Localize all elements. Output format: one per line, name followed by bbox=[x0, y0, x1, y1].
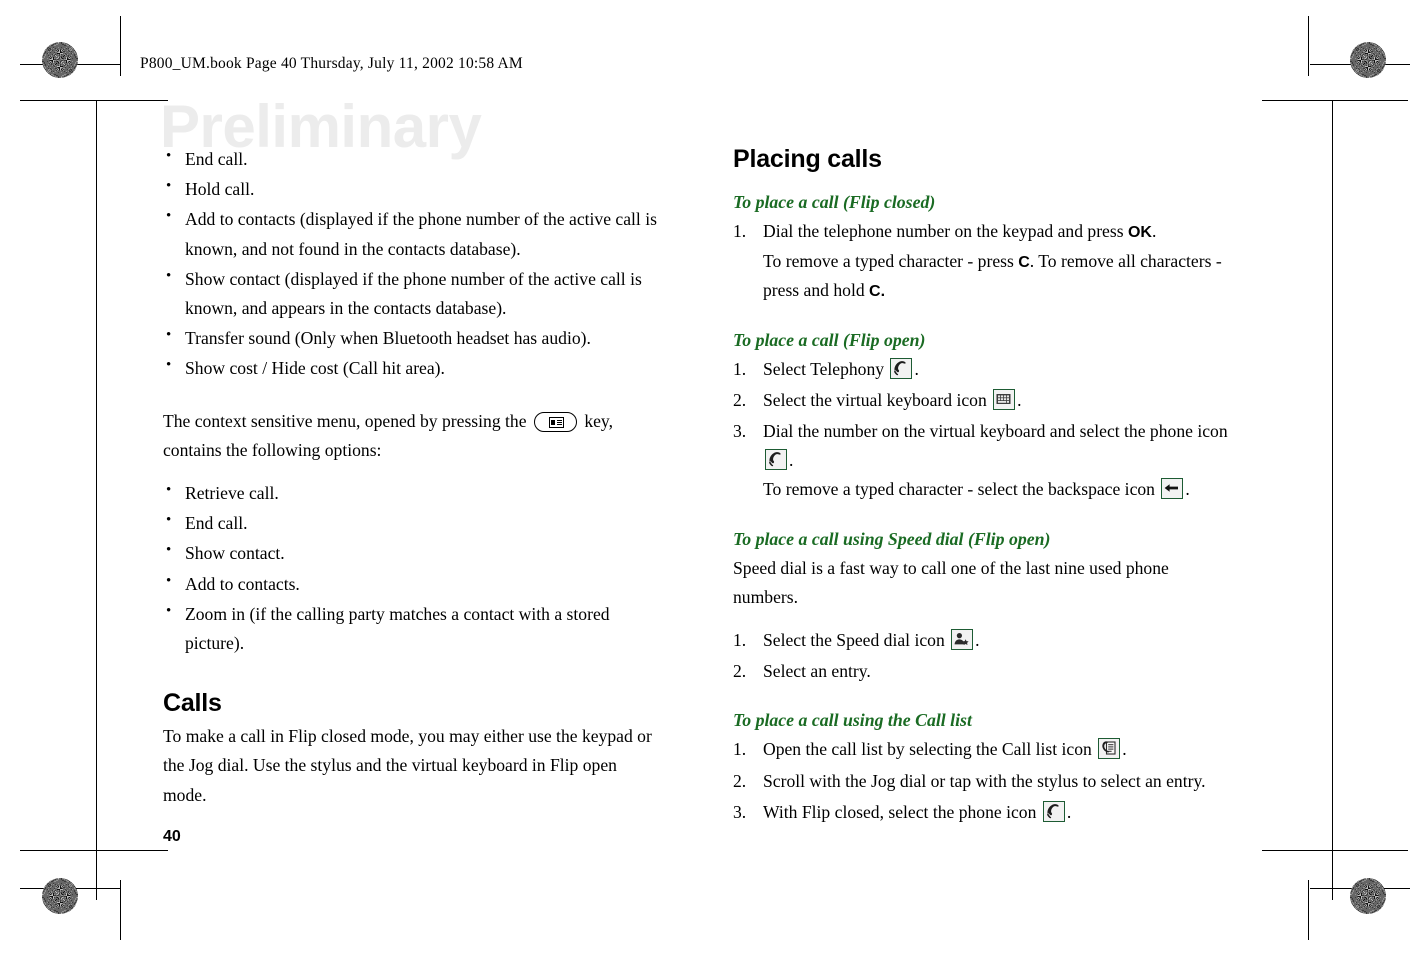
step-text: Dial the number on the virtual keyboard … bbox=[763, 421, 1228, 442]
menu-key-icon bbox=[533, 411, 577, 432]
key-label-c: C bbox=[1018, 253, 1030, 271]
list-item: Zoom in (if the calling party matches a … bbox=[163, 599, 663, 658]
bullet-list-call-options: End call. Hold call. Add to contacts (di… bbox=[163, 144, 663, 384]
document-page: P800_UM.book Page 40 Thursday, July 11, … bbox=[0, 0, 1428, 955]
subheading-call-list: To place a call using the Call list bbox=[733, 710, 972, 731]
list-item: Retrieve call. bbox=[163, 478, 663, 508]
step-text: Select Telephony bbox=[763, 358, 885, 379]
crop-line bbox=[96, 100, 98, 900]
list-item: Hold call. bbox=[163, 174, 663, 204]
call-list-icon bbox=[1098, 738, 1121, 760]
registration-mark bbox=[1270, 36, 1316, 82]
list-item: Select Telephony . bbox=[733, 355, 1233, 384]
right-column: Placing calls To place a call (Flip clos… bbox=[733, 145, 1233, 829]
header-slug: P800_UM.book Page 40 Thursday, July 11, … bbox=[140, 55, 523, 72]
calls-paragraph: To make a call in Flip closed mode, you … bbox=[163, 726, 652, 805]
subheading-flip-open: To place a call (Flip open) bbox=[733, 329, 926, 350]
list-item: Scroll with the Jog dial or tap with the… bbox=[733, 767, 1206, 796]
step-text: . bbox=[1066, 801, 1072, 822]
step-text: . bbox=[789, 450, 794, 471]
context-menu-text-before: The context sensitive menu, opened by pr… bbox=[163, 410, 527, 431]
steps-speed-dial: Select the Speed dial icon . Select an e… bbox=[733, 626, 1233, 687]
step-text: . bbox=[1017, 389, 1022, 410]
bullet-list-context-menu: Retrieve call. End call. Show contact. A… bbox=[163, 478, 663, 658]
list-item: Add to contacts (displayed if the phone … bbox=[163, 204, 663, 263]
subheading-speed-dial: To place a call using Speed dial (Flip o… bbox=[733, 528, 1051, 549]
print-star-target bbox=[1350, 878, 1386, 914]
step-text: . bbox=[914, 358, 919, 379]
backspace-arrow-icon bbox=[1161, 478, 1184, 500]
context-menu-paragraph: The context sensitive menu, opened by pr… bbox=[163, 407, 663, 465]
left-column: End call. Hold call. Add to contacts (di… bbox=[163, 144, 663, 810]
registration-mark bbox=[94, 874, 140, 920]
page-number: 40 bbox=[163, 828, 181, 845]
phone-handset-icon bbox=[765, 449, 787, 471]
crop-line bbox=[1332, 100, 1334, 900]
list-item: Add to contacts. bbox=[163, 569, 663, 599]
list-item: End call. bbox=[163, 508, 663, 538]
subheading-flip-closed: To place a call (Flip closed) bbox=[733, 192, 936, 212]
list-item: Select an entry. bbox=[733, 657, 871, 686]
print-star-target bbox=[1350, 42, 1386, 78]
section-heading-calls: Calls bbox=[163, 689, 222, 718]
registration-mark bbox=[1350, 812, 1396, 858]
virtual-keyboard-icon bbox=[993, 388, 1016, 410]
list-item: With Flip closed, select the phone icon … bbox=[733, 798, 1233, 827]
steps-flip-open: Select Telephony . Select the virtual ke… bbox=[733, 355, 1233, 505]
step-text: To remove a typed character - press bbox=[763, 250, 1019, 271]
steps-call-list: Open the call list by selecting the Call… bbox=[733, 735, 1233, 827]
key-label-ok: OK bbox=[1127, 224, 1152, 241]
list-item: Select the Speed dial icon . bbox=[733, 626, 1233, 655]
phone-handset-icon bbox=[890, 357, 913, 379]
registration-mark bbox=[690, 874, 736, 920]
list-item: Transfer sound (Only when Bluetooth head… bbox=[163, 323, 663, 353]
step-text: With Flip closed, select the phone icon bbox=[763, 801, 1037, 822]
step-text: Open the call list by selecting the Call… bbox=[763, 739, 1092, 760]
registration-mark bbox=[32, 452, 78, 498]
step-text: Select the Speed dial icon bbox=[763, 630, 945, 651]
list-item: Show contact (displayed if the phone num… bbox=[163, 264, 663, 323]
list-item: Open the call list by selecting the Call… bbox=[733, 735, 1233, 764]
step-text: . bbox=[1151, 221, 1157, 241]
list-item: Show cost / Hide cost (Call hit area). bbox=[163, 353, 663, 383]
speed-dial-paragraph: Speed dial is a fast way to call one of … bbox=[733, 557, 1169, 607]
list-item: End call. bbox=[163, 144, 663, 174]
speed-dial-icon bbox=[951, 629, 974, 651]
key-label-c: C. bbox=[869, 283, 886, 301]
step-text: . bbox=[1122, 739, 1127, 760]
list-item: Select the virtual keyboard icon . bbox=[733, 386, 1233, 415]
step-text: Dial the telephone number on the keypad … bbox=[763, 221, 1128, 241]
registration-mark bbox=[32, 94, 78, 140]
print-star-target bbox=[42, 878, 78, 914]
step-text: To remove a typed character - select the… bbox=[763, 479, 1155, 500]
phone-handset-icon bbox=[1042, 800, 1065, 822]
step-text: Select the virtual keyboard icon bbox=[763, 389, 987, 410]
steps-flip-closed: Dial the telephone number on the keypad … bbox=[733, 217, 1233, 306]
list-item: Dial the number on the virtual keyboard … bbox=[733, 417, 1233, 505]
list-item: Show contact. bbox=[163, 538, 663, 568]
registration-mark bbox=[1350, 94, 1396, 140]
list-item: Dial the telephone number on the keypad … bbox=[733, 217, 1233, 306]
registration-mark bbox=[94, 36, 140, 82]
registration-mark bbox=[1270, 874, 1316, 920]
registration-mark bbox=[32, 812, 78, 858]
step-text: . bbox=[1185, 479, 1190, 500]
print-star-target bbox=[42, 42, 78, 78]
step-text: . bbox=[975, 630, 980, 651]
registration-mark bbox=[1350, 452, 1396, 498]
section-heading-placing-calls: Placing calls bbox=[733, 145, 882, 173]
